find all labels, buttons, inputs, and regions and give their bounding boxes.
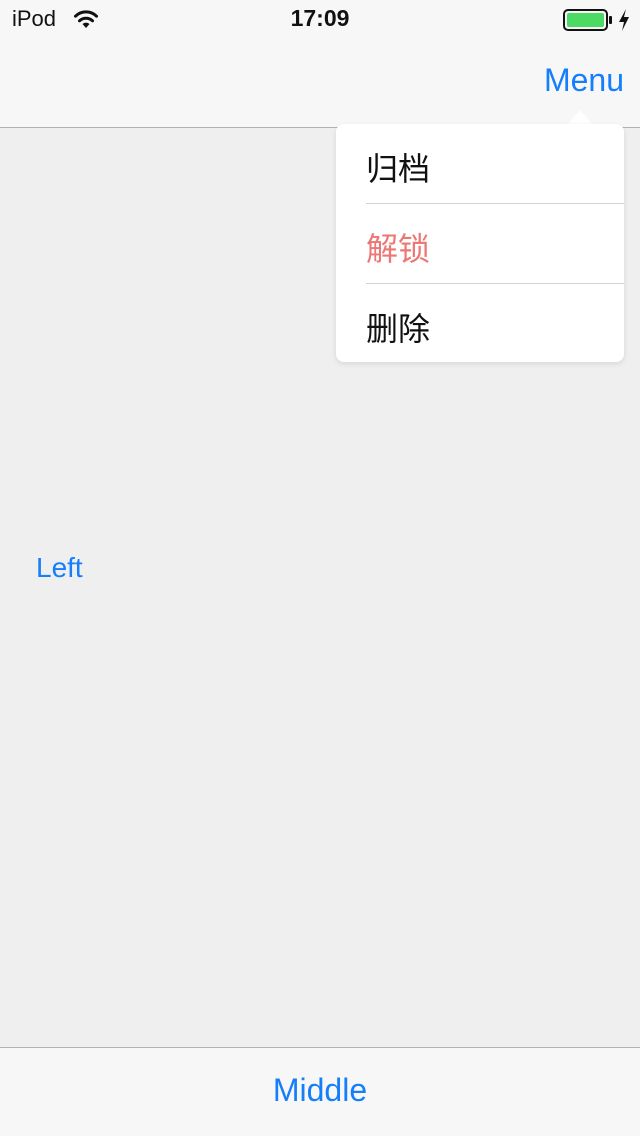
popover-item-label: 删除 bbox=[366, 310, 431, 348]
left-button[interactable]: Left bbox=[36, 552, 83, 584]
popover-item-unlock[interactable]: 解锁 bbox=[336, 204, 624, 283]
battery-icon bbox=[563, 9, 612, 31]
menu-button[interactable]: Menu bbox=[544, 62, 624, 99]
middle-button[interactable]: Middle bbox=[0, 1072, 640, 1109]
popover-arrow bbox=[568, 110, 592, 124]
navigation-bar: Menu bbox=[0, 40, 640, 128]
popover-item-archive[interactable]: 归档 bbox=[336, 124, 624, 203]
top-chrome: iPod 17:09 Menu bbox=[0, 0, 640, 128]
status-time: 17:09 bbox=[290, 5, 350, 31]
popover-item-delete[interactable]: 删除 bbox=[336, 284, 624, 362]
popover-item-label: 解锁 bbox=[366, 230, 431, 268]
bottom-toolbar: Middle bbox=[0, 1047, 640, 1136]
charging-bolt-icon bbox=[619, 9, 629, 31]
popover-item-label: 归档 bbox=[366, 150, 431, 188]
status-bar: iPod 17:09 bbox=[0, 0, 640, 40]
popover-menu: 归档 解锁 删除 bbox=[336, 124, 624, 362]
